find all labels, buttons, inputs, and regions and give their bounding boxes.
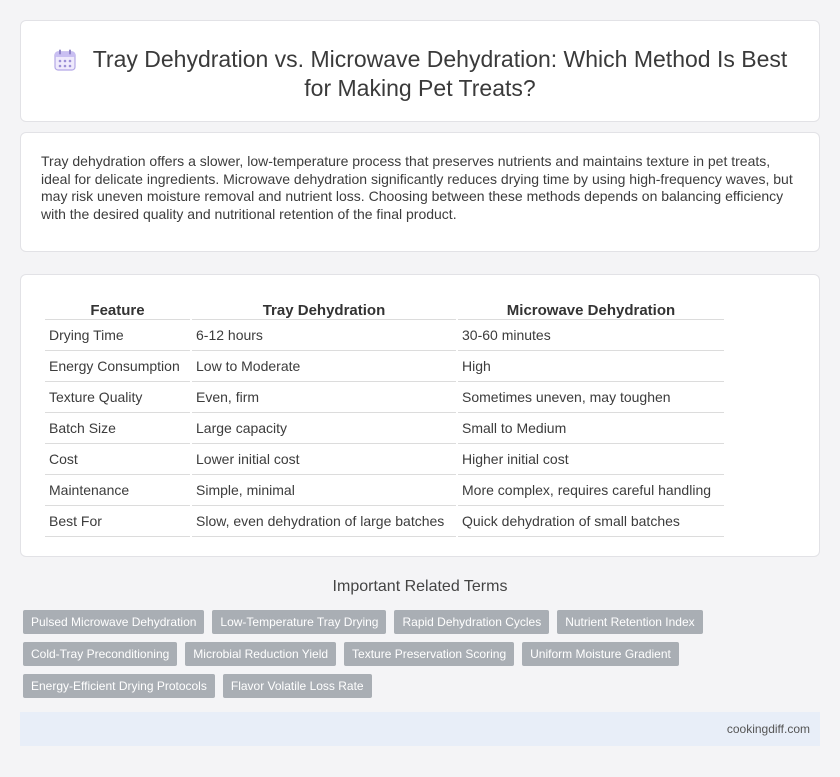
page-title: Tray Dehydration vs. Microwave Dehydrati… <box>92 46 788 101</box>
tag-link[interactable]: Flavor Volatile Loss Rate <box>222 674 372 698</box>
row-tray: Low to Moderate <box>192 351 456 382</box>
tag-link[interactable]: Rapid Dehydration Cycles <box>394 610 550 634</box>
row-feature: Batch Size <box>45 413 190 444</box>
row-tray: Slow, even dehydration of large batches <box>192 506 456 537</box>
title-wrap: Tray Dehydration vs. Microwave Dehydrati… <box>21 45 819 103</box>
row-feature: Drying Time <box>45 320 190 351</box>
table-row: Batch Size Large capacity Small to Mediu… <box>45 413 724 444</box>
row-feature: Energy Consumption <box>45 351 190 382</box>
tag-link[interactable]: Nutrient Retention Index <box>557 610 703 634</box>
tag-link[interactable]: Pulsed Microwave Dehydration <box>23 610 205 634</box>
table-header-row: Feature Tray Dehydration Microwave Dehyd… <box>45 295 724 320</box>
comparison-table: Feature Tray Dehydration Microwave Dehyd… <box>43 295 726 537</box>
intro-paragraph: Tray dehydration offers a slower, low-te… <box>41 153 793 222</box>
header-microwave: Microwave Dehydration <box>458 295 724 320</box>
tag-link[interactable]: Uniform Moisture Gradient <box>522 642 679 666</box>
table-row: Energy Consumption Low to Moderate High <box>45 351 724 382</box>
tag-link[interactable]: Texture Preservation Scoring <box>344 642 515 666</box>
row-tray: Even, firm <box>192 382 456 413</box>
header-feature: Feature <box>45 295 190 320</box>
footer: cookingdiff.com <box>20 712 820 746</box>
table-row: Cost Lower initial cost Higher initial c… <box>45 444 724 475</box>
related-terms-tags: Pulsed Microwave Dehydration Low-Tempera… <box>23 610 743 698</box>
intro-card: Tray dehydration offers a slower, low-te… <box>20 132 820 252</box>
table-row: Best For Slow, even dehydration of large… <box>45 506 724 537</box>
row-tray: Lower initial cost <box>192 444 456 475</box>
tag-link[interactable]: Microbial Reduction Yield <box>185 642 337 666</box>
row-microwave: Sometimes uneven, may toughen <box>458 382 724 413</box>
row-microwave: More complex, requires careful handling <box>458 475 724 506</box>
row-feature: Texture Quality <box>45 382 190 413</box>
tag-link[interactable]: Energy-Efficient Drying Protocols <box>23 674 215 698</box>
header-tray: Tray Dehydration <box>192 295 456 320</box>
row-feature: Maintenance <box>45 475 190 506</box>
tag-link[interactable]: Cold-Tray Preconditioning <box>23 642 178 666</box>
table-row: Texture Quality Even, firm Sometimes une… <box>45 382 724 413</box>
table-row: Maintenance Simple, minimal More complex… <box>45 475 724 506</box>
row-feature: Cost <box>45 444 190 475</box>
row-feature: Best For <box>45 506 190 537</box>
tag-link[interactable]: Low-Temperature Tray Drying <box>212 610 387 634</box>
row-tray: 6-12 hours <box>192 320 456 351</box>
comparison-card: Feature Tray Dehydration Microwave Dehyd… <box>20 274 820 557</box>
calendar-icon <box>54 49 76 71</box>
row-microwave: Higher initial cost <box>458 444 724 475</box>
title-card: Tray Dehydration vs. Microwave Dehydrati… <box>20 20 820 122</box>
row-tray: Large capacity <box>192 413 456 444</box>
row-microwave: High <box>458 351 724 382</box>
row-microwave: 30-60 minutes <box>458 320 724 351</box>
related-terms-heading: Important Related Terms <box>332 578 508 595</box>
row-microwave: Small to Medium <box>458 413 724 444</box>
row-tray: Simple, minimal <box>192 475 456 506</box>
row-microwave: Quick dehydration of small batches <box>458 506 724 537</box>
table-row: Drying Time 6-12 hours 30-60 minutes <box>45 320 724 351</box>
footer-site-link[interactable]: cookingdiff.com <box>727 722 810 736</box>
